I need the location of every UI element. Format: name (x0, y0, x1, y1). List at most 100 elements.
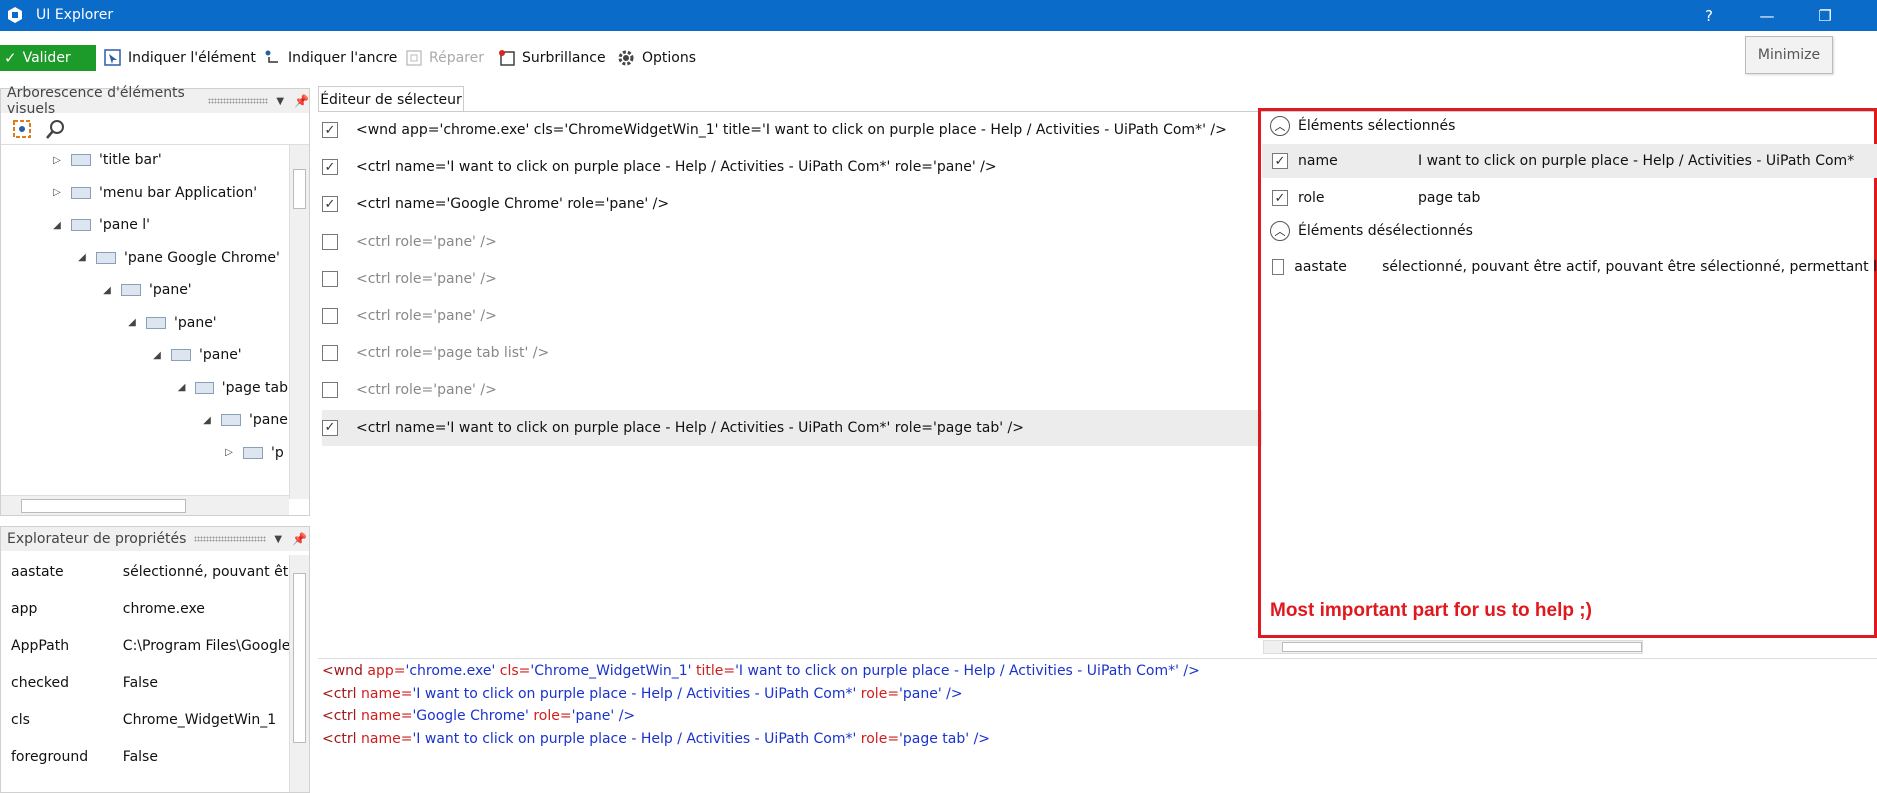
indicate-anchor-button[interactable]: Indiquer l'ancre (264, 47, 397, 69)
ui-element-icon (171, 349, 191, 361)
expander-icon[interactable]: ▷ (51, 187, 63, 198)
repair-button[interactable]: Réparer (405, 47, 484, 69)
collapse-up-icon[interactable]: ︿ (1270, 116, 1290, 136)
scroll-thumb[interactable] (293, 169, 306, 209)
tree-node[interactable]: ◢ 'pane' (101, 280, 192, 300)
expander-icon[interactable]: ◢ (201, 415, 213, 426)
expander-icon[interactable]: ◢ (76, 252, 88, 263)
indicate-element-label: Indiquer l'élément (128, 50, 256, 66)
scroll-thumb[interactable] (21, 499, 186, 513)
selector-node-row[interactable]: ✓ <ctrl name='I want to click on purple p… (322, 409, 1262, 446)
tree-node[interactable]: ◢ 'pane (201, 410, 288, 430)
preview-line: <wnd app='chrome.exe' cls='Chrome_Widget… (322, 663, 1200, 679)
property-row: foreground False (11, 749, 291, 771)
property-row: aastate sélectionné, pouvant être (11, 564, 291, 586)
tree-node[interactable]: ▷ 'menu bar Application' (51, 183, 257, 203)
node-checkbox[interactable] (322, 345, 338, 362)
selector-node-text: <ctrl role='pane' /> (356, 270, 497, 287)
tree-node[interactable]: ▷ 'p (223, 443, 284, 463)
attribute-row[interactable]: ✓ role page tab (1262, 181, 1877, 215)
tree-node[interactable]: ◢ 'pane' (151, 345, 242, 365)
help-button[interactable]: ? (1686, 0, 1732, 31)
tree-node-label: 'title bar' (99, 152, 162, 168)
selector-node-row[interactable]: <ctrl role='pane' /> (322, 224, 1262, 260)
tree-horizontal-scrollbar[interactable] (1, 495, 289, 515)
validate-button[interactable]: ✓ Valider (0, 45, 96, 71)
tree-node-label: 'pane' (199, 347, 242, 363)
indicate-element-button[interactable]: Indiquer l'élément (104, 47, 256, 69)
attribute-row[interactable]: ✓ name I want to click on purple place - H… (1262, 144, 1877, 178)
scroll-thumb[interactable] (1282, 642, 1642, 652)
property-row: AppPath C:\Program Files\Google\ (11, 638, 291, 660)
visual-tree-panel: Arborescence d'éléments visuels ▼ 📌 ▷ 'ti… (0, 85, 310, 516)
tree-node-label: 'page tab (221, 379, 288, 396)
expander-icon[interactable]: ◢ (51, 220, 63, 231)
expander-icon[interactable]: ◢ (176, 382, 187, 393)
props-vertical-scrollbar[interactable] (289, 555, 309, 792)
property-value: Chrome_WidgetWin_1 (122, 712, 277, 728)
pin-icon[interactable]: 📌 (294, 94, 309, 108)
tree-tools (1, 113, 309, 145)
restore-button[interactable]: ❐ (1802, 0, 1848, 31)
property-value: sélectionné, pouvant être (122, 564, 291, 580)
tree-node[interactable]: ▷ 'title bar' (51, 150, 162, 170)
tree-node[interactable]: ◢ 'pane Google Chrome' (76, 248, 280, 268)
node-checkbox[interactable] (322, 382, 338, 399)
selector-node-row[interactable]: ✓ <wnd app='chrome.exe' cls='ChromeWidget… (322, 112, 1262, 148)
tree-node[interactable]: ◢ 'pane l' (51, 215, 150, 235)
annotation-text: Most important part for us to help ;) (1270, 600, 1592, 621)
preview-line: <ctrl name='I want to click on purple pl… (322, 731, 990, 747)
expander-icon[interactable]: ◢ (126, 317, 138, 328)
node-checkbox[interactable] (322, 270, 338, 287)
tab-selector-editor[interactable]: Éditeur de sélecteur (318, 86, 464, 112)
expander-icon[interactable]: ▷ (223, 447, 235, 458)
selector-node-row[interactable]: <ctrl role='pane' /> (322, 261, 1262, 297)
ui-element-icon (96, 251, 116, 264)
drag-grip[interactable] (194, 536, 267, 542)
selected-attributes-header[interactable]: ︿ Éléments sélectionnés (1270, 113, 1455, 139)
highlight-button[interactable]: Surbrillance (498, 47, 606, 69)
tree-node-label: 'menu bar Application' (99, 184, 258, 201)
attribute-value: I want to click on purple place - Help /… (1418, 153, 1855, 169)
node-checkbox[interactable] (322, 233, 338, 250)
dropdown-arrow-icon[interactable]: ▼ (274, 534, 282, 545)
node-checkbox[interactable]: ✓ (322, 122, 338, 138)
attributes-horizontal-scrollbar[interactable] (1263, 640, 1643, 654)
drag-grip[interactable] (208, 98, 269, 104)
selector-editor-tab-label: Éditeur de sélecteur (320, 91, 462, 108)
options-button[interactable]: Options (616, 47, 696, 69)
selector-node-row[interactable]: <ctrl role='pane' /> (322, 298, 1262, 334)
minimize-button[interactable]: — (1744, 0, 1790, 31)
selector-node-text: <ctrl role='pane' /> (356, 308, 497, 324)
preview-token: <wnd (322, 663, 368, 679)
expander-icon[interactable]: ◢ (151, 350, 163, 361)
attribute-checkbox[interactable]: ✓ (1272, 190, 1288, 206)
expander-icon[interactable]: ▷ (51, 155, 63, 166)
scroll-thumb[interactable] (293, 573, 306, 743)
selector-node-row[interactable]: <ctrl role='page tab list' /> (322, 335, 1262, 371)
node-checkbox[interactable]: ✓ (322, 196, 338, 213)
visual-tree-header: Arborescence d'éléments visuels ▼ 📌 (1, 85, 309, 117)
deselected-attributes-header[interactable]: ︿ Éléments désélectionnés (1270, 218, 1473, 244)
selector-node-row[interactable]: ✓ <ctrl name='I want to click on purple p… (322, 149, 1262, 185)
dropdown-arrow-icon[interactable]: ▼ (276, 96, 284, 107)
selector-node-row[interactable]: <ctrl role='pane' /> (322, 372, 1262, 408)
tree-node-label: 'pane Google Chrome' (124, 249, 280, 266)
pin-icon[interactable]: 📌 (292, 532, 307, 546)
refresh-tree-icon[interactable] (11, 118, 33, 140)
node-checkbox[interactable]: ✓ (322, 419, 338, 436)
tree-node[interactable]: ◢ 'page tab (176, 378, 288, 398)
attribute-checkbox[interactable] (1272, 259, 1285, 275)
search-icon[interactable] (45, 118, 67, 140)
tree-node[interactable]: ◢ 'pane' (126, 313, 217, 333)
tree-vertical-scrollbar[interactable] (289, 145, 309, 499)
collapse-up-icon[interactable]: ︿ (1270, 221, 1290, 241)
preview-token: title= (695, 663, 736, 679)
attribute-row[interactable]: aastate sélectionné, pouvant être actif, … (1262, 250, 1877, 284)
selector-node-row[interactable]: ✓ <ctrl name='Google Chrome' role='pane' … (322, 186, 1262, 222)
attribute-checkbox[interactable]: ✓ (1272, 153, 1288, 169)
node-checkbox[interactable] (322, 308, 338, 324)
expander-icon[interactable]: ◢ (101, 285, 113, 296)
node-checkbox[interactable]: ✓ (322, 159, 338, 176)
preview-token: 'pane' /> (571, 708, 636, 724)
